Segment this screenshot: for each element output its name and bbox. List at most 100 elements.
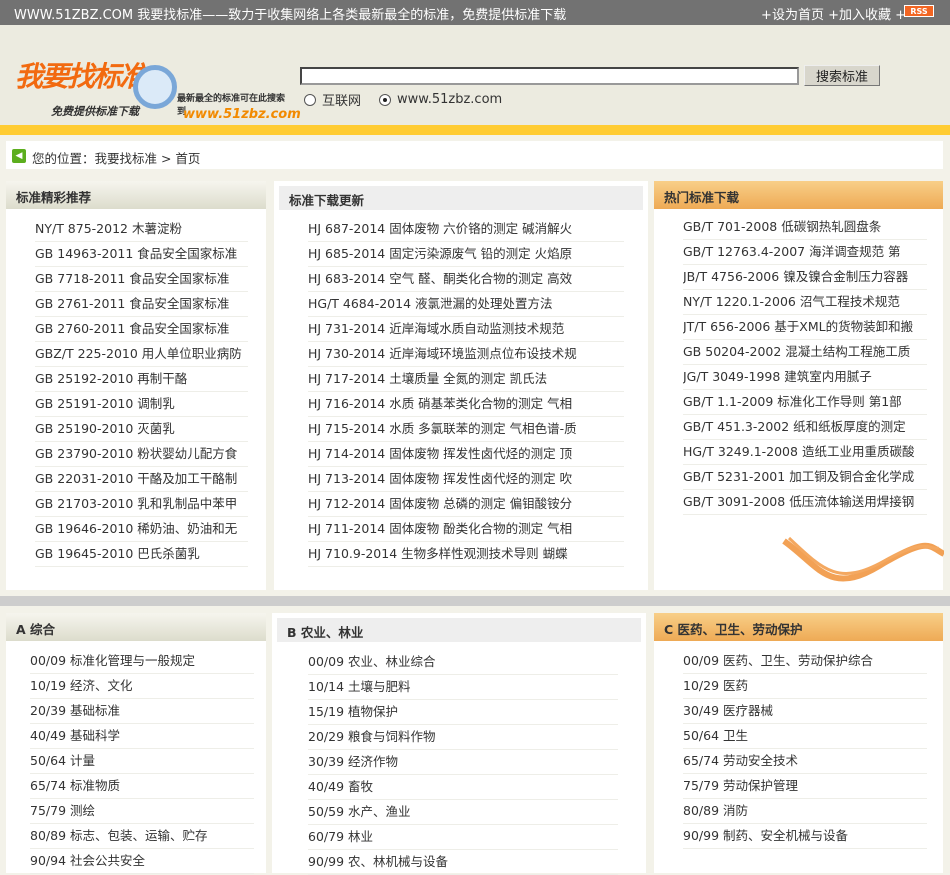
item-link[interactable]: 75/79 测绘 (30, 803, 95, 818)
item-link[interactable]: GB 2761-2011 食品安全国家标准 (35, 296, 229, 311)
item-link[interactable]: 40/49 基础科学 (30, 728, 120, 743)
list-item[interactable]: 00/09 标准化管理与一般规定 (30, 649, 254, 674)
list-item[interactable]: 10/14 土壤与肥料 (308, 675, 618, 700)
list-item[interactable]: GB 2761-2011 食品安全国家标准 (35, 292, 248, 317)
list-item[interactable]: HJ 713-2014 固体废物 挥发性卤代烃的测定 吹 (308, 467, 624, 492)
search-input[interactable] (300, 67, 799, 85)
item-link[interactable]: 30/39 经济作物 (308, 754, 398, 769)
list-item[interactable]: GB 22031-2010 干酪及加工干酪制 (35, 467, 248, 492)
item-link[interactable]: GBZ/T 225-2010 用人单位职业病防 (35, 346, 242, 361)
item-link[interactable]: 10/29 医药 (683, 678, 748, 693)
list-item[interactable]: GB 25192-2010 再制干酪 (35, 367, 248, 392)
list-item[interactable]: HJ 712-2014 固体废物 总磷的测定 偏钼酸铵分 (308, 492, 624, 517)
item-link[interactable]: HJ 711-2014 固体废物 酚类化合物的测定 气相 (308, 521, 572, 536)
list-item[interactable]: GB/T 3091-2008 低压流体输送用焊接钢 (683, 490, 927, 515)
item-link[interactable]: GB 25192-2010 再制干酪 (35, 371, 187, 386)
list-item[interactable]: 20/29 粮食与饲料作物 (308, 725, 618, 750)
site-logo[interactable]: 我要找标准 最新最全的标准可在此搜索到 免费提供标准下载 www.51zbz.c… (15, 43, 301, 122)
list-item[interactable]: GB 7718-2011 食品安全国家标准 (35, 267, 248, 292)
item-link[interactable]: 00/09 标准化管理与一般规定 (30, 653, 195, 668)
item-link[interactable]: GB 22031-2010 干酪及加工干酪制 (35, 471, 237, 486)
list-item[interactable]: HJ 710.9-2014 生物多样性观测技术导则 蝴蝶 (308, 542, 624, 567)
list-item[interactable]: GB/T 451.3-2002 纸和纸板厚度的测定 (683, 415, 927, 440)
list-item[interactable]: JB/T 4756-2006 镍及镍合金制压力容器 (683, 265, 927, 290)
item-link[interactable]: 30/49 医疗器械 (683, 703, 773, 718)
item-link[interactable]: HG/T 3249.1-2008 造纸工业用重质碳酸 (683, 444, 914, 459)
item-link[interactable]: 50/64 计量 (30, 753, 95, 768)
item-link[interactable]: GB 25191-2010 调制乳 (35, 396, 175, 411)
list-item[interactable]: HJ 685-2014 固定污染源废气 铅的测定 火焰原 (308, 242, 624, 267)
list-item[interactable]: GB 21703-2010 乳和乳制品中苯甲 (35, 492, 248, 517)
item-link[interactable]: HJ 731-2014 近岸海域水质自动监测技术规范 (308, 321, 564, 336)
item-link[interactable]: GB 25190-2010 灭菌乳 (35, 421, 175, 436)
list-item[interactable]: GB/T 12763.4-2007 海洋调查规范 第 (683, 240, 927, 265)
list-item[interactable]: GB 19645-2010 巴氏杀菌乳 (35, 542, 248, 567)
item-link[interactable]: HJ 730-2014 近岸海域环境监测点位布设技术规 (308, 346, 577, 361)
item-link[interactable]: GB 14963-2011 食品安全国家标准 (35, 246, 237, 261)
item-link[interactable]: NY/T 875-2012 木薯淀粉 (35, 221, 182, 236)
item-link[interactable]: 50/59 水产、渔业 (308, 804, 411, 819)
item-link[interactable]: HJ 710.9-2014 生物多样性观测技术导则 蝴蝶 (308, 546, 568, 561)
list-item[interactable]: HJ 715-2014 水质 多氯联苯的测定 气相色谱-质 (308, 417, 624, 442)
item-link[interactable]: HJ 717-2014 土壤质量 全氮的测定 凯氏法 (308, 371, 547, 386)
radio-internet-label[interactable]: 互联网 (322, 90, 361, 109)
item-link[interactable]: 10/19 经济、文化 (30, 678, 133, 693)
search-button[interactable]: 搜索标准 (804, 65, 880, 86)
item-link[interactable]: HJ 716-2014 水质 硝基苯类化合物的测定 气相 (308, 396, 572, 411)
item-link[interactable]: 60/79 林业 (308, 829, 373, 844)
item-link[interactable]: GB 19645-2010 巴氏杀菌乳 (35, 546, 200, 561)
list-item[interactable]: HJ 731-2014 近岸海域水质自动监测技术规范 (308, 317, 624, 342)
list-item[interactable]: 80/89 消防 (683, 799, 927, 824)
item-link[interactable]: 20/39 基础标准 (30, 703, 120, 718)
item-link[interactable]: 15/19 植物保护 (308, 704, 398, 719)
list-item[interactable]: GB 50204-2002 混凝土结构工程施工质 (683, 340, 927, 365)
list-item[interactable]: 50/64 卫生 (683, 724, 927, 749)
item-link[interactable]: 90/99 农、林机械与设备 (308, 854, 448, 869)
item-link[interactable]: JT/T 656-2006 基于XML的货物装卸和搬 (683, 319, 913, 334)
item-link[interactable]: GB 19646-2010 稀奶油、奶油和无 (35, 521, 237, 536)
list-item[interactable]: 00/09 医药、卫生、劳动保护综合 (683, 649, 927, 674)
list-item[interactable]: GB/T 5231-2001 加工铜及铜合金化学成 (683, 465, 927, 490)
list-item[interactable]: GB 14963-2011 食品安全国家标准 (35, 242, 248, 267)
radio-site[interactable] (379, 93, 392, 106)
item-link[interactable]: 50/64 卫生 (683, 728, 748, 743)
item-link[interactable]: GB/T 701-2008 低碳钢热轧圆盘条 (683, 219, 881, 234)
item-link[interactable]: GB/T 451.3-2002 纸和纸板厚度的测定 (683, 419, 906, 434)
item-link[interactable]: HJ 687-2014 固体废物 六价铬的测定 碱消解火 (308, 221, 572, 236)
list-item[interactable]: 60/79 林业 (308, 825, 618, 850)
list-item[interactable]: 10/19 经济、文化 (30, 674, 254, 699)
item-link[interactable]: 75/79 劳动保护管理 (683, 778, 798, 793)
list-item[interactable]: HG/T 4684-2014 液氯泄漏的处理处置方法 (308, 292, 624, 317)
list-item[interactable]: GB/T 701-2008 低碳钢热轧圆盘条 (683, 215, 927, 240)
item-link[interactable]: HG/T 4684-2014 液氯泄漏的处理处置方法 (308, 296, 553, 311)
item-link[interactable]: 20/29 粮食与饲料作物 (308, 729, 436, 744)
list-item[interactable]: 90/99 农、林机械与设备 (308, 850, 618, 875)
item-link[interactable]: GB/T 12763.4-2007 海洋调查规范 第 (683, 244, 901, 259)
item-link[interactable]: 65/74 劳动安全技术 (683, 753, 798, 768)
item-link[interactable]: 10/14 土壤与肥料 (308, 679, 411, 694)
list-item[interactable]: HJ 714-2014 固体废物 挥发性卤代烃的测定 顶 (308, 442, 624, 467)
item-link[interactable]: HJ 715-2014 水质 多氯联苯的测定 气相色谱-质 (308, 421, 577, 436)
item-link[interactable]: 90/94 社会公共安全 (30, 853, 145, 868)
item-link[interactable]: GB 2760-2011 食品安全国家标准 (35, 321, 229, 336)
item-link[interactable]: 00/09 农业、林业综合 (308, 654, 436, 669)
list-item[interactable]: NY/T 1220.1-2006 沼气工程技术规范 (683, 290, 927, 315)
radio-internet[interactable] (304, 93, 316, 106)
item-link[interactable]: 40/49 畜牧 (308, 779, 373, 794)
list-item[interactable]: 90/99 制药、安全机械与设备 (683, 824, 927, 849)
list-item[interactable]: 80/89 标志、包装、运输、贮存 (30, 824, 254, 849)
list-item[interactable]: GB/T 1.1-2009 标准化工作导则 第1部 (683, 390, 927, 415)
list-item[interactable]: 90/94 社会公共安全 (30, 849, 254, 874)
list-item[interactable]: GB 25190-2010 灭菌乳 (35, 417, 248, 442)
radio-site-label[interactable]: www.51zbz.com (397, 92, 502, 107)
list-item[interactable]: 40/49 畜牧 (308, 775, 618, 800)
item-link[interactable]: 00/09 医药、卫生、劳动保护综合 (683, 653, 873, 668)
list-item[interactable]: HJ 687-2014 固体废物 六价铬的测定 碱消解火 (308, 217, 624, 242)
item-link[interactable]: GB 21703-2010 乳和乳制品中苯甲 (35, 496, 237, 511)
list-item[interactable]: HJ 711-2014 固体废物 酚类化合物的测定 气相 (308, 517, 624, 542)
list-item[interactable]: JG/T 3049-1998 建筑室内用腻子 (683, 365, 927, 390)
list-item[interactable]: 15/19 植物保护 (308, 700, 618, 725)
list-item[interactable]: 75/79 测绘 (30, 799, 254, 824)
item-link[interactable]: GB/T 1.1-2009 标准化工作导则 第1部 (683, 394, 902, 409)
item-link[interactable]: 80/89 标志、包装、运输、贮存 (30, 828, 208, 843)
